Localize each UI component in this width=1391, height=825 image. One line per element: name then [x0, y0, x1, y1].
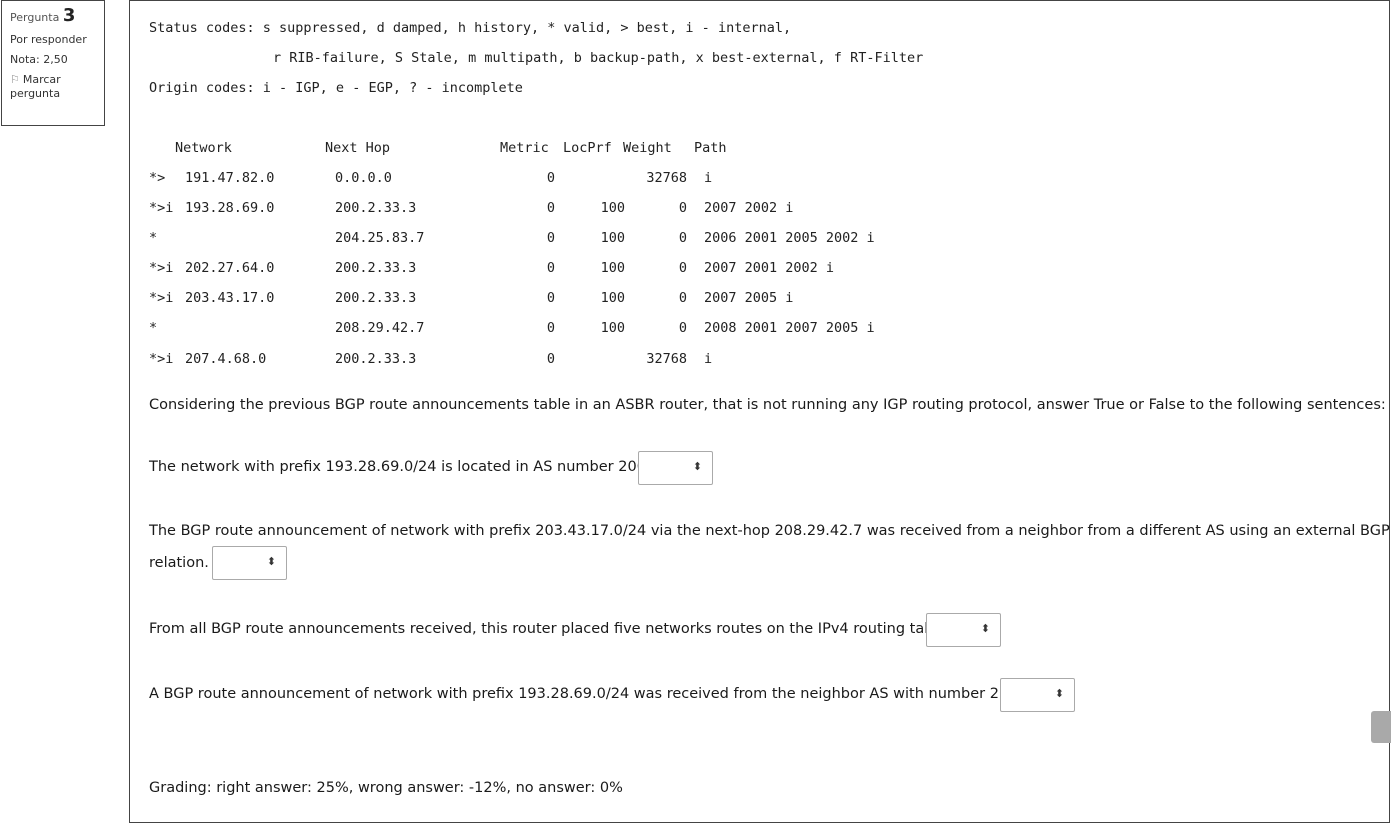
- cell-weight: 32768: [646, 170, 687, 186]
- sentence-2-line2: relation.: [149, 555, 209, 571]
- cell-status: *>i: [149, 351, 174, 367]
- cell-status: *>i: [149, 200, 174, 216]
- cell-path: i: [704, 170, 713, 186]
- select-arrow-icon: ⬍: [266, 555, 276, 568]
- cell-next-hop: 200.2.33.3: [335, 351, 417, 367]
- cell-weight: 0: [678, 200, 687, 216]
- question-intro: Considering the previous BGP route annou…: [149, 397, 1386, 413]
- select-arrow-icon: ⬍: [1054, 687, 1064, 700]
- header-next-hop: Next Hop: [325, 140, 391, 156]
- cell-next-hop: 200.2.33.3: [335, 260, 417, 276]
- cell-next-hop: 208.29.42.7: [335, 320, 425, 336]
- cell-next-hop: 0.0.0.0: [335, 170, 392, 186]
- cell-path: i: [704, 351, 713, 367]
- cell-weight: 0: [678, 260, 687, 276]
- question-status: Por responder: [10, 33, 87, 46]
- cell-status: *: [149, 320, 158, 336]
- cell-metric: 0: [546, 320, 555, 336]
- question-number: 3: [62, 5, 76, 26]
- sentence-4: A BGP route announcement of network with…: [149, 686, 1032, 702]
- cell-status: *>i: [149, 290, 174, 306]
- answer-select-2[interactable]: ⬍: [212, 546, 287, 580]
- flag-label-line2: pergunta: [10, 86, 61, 100]
- cell-weight: 32768: [646, 351, 687, 367]
- cell-network: 193.28.69.0: [185, 200, 275, 216]
- answer-select-1[interactable]: ⬍: [638, 451, 713, 485]
- header-path: Path: [694, 140, 727, 156]
- select-arrow-icon: ⬍: [692, 460, 702, 473]
- cell-metric: 0: [546, 351, 555, 367]
- select-arrow-icon: ⬍: [980, 622, 990, 635]
- question-grade: Nota: 2,50: [10, 53, 68, 66]
- cell-metric: 0: [546, 200, 555, 216]
- cell-locprf: 100: [600, 200, 625, 216]
- cell-status: *>i: [149, 260, 174, 276]
- origin-codes-line: Origin codes: i - IGP, e - EGP, ? - inco…: [149, 80, 523, 96]
- sentence-1: The network with prefix 193.28.69.0/24 i…: [149, 459, 660, 475]
- cell-weight: 0: [678, 230, 687, 246]
- cell-status: *>: [149, 170, 166, 186]
- flag-question-link[interactable]: ⚐ Marcar pergunta: [10, 73, 96, 101]
- status-codes-line2: r RIB-failure, S Stale, m multipath, b b…: [273, 50, 924, 66]
- cell-locprf: 100: [600, 320, 625, 336]
- question-label: Pergunta: [10, 11, 60, 24]
- header-weight: Weight: [623, 140, 672, 156]
- answer-select-3[interactable]: ⬍: [926, 613, 1001, 647]
- question-info-box: Pergunta 3 Por responder Nota: 2,50 ⚐ Mar…: [1, 0, 105, 126]
- cell-network: 202.27.64.0: [185, 260, 275, 276]
- scroll-handle[interactable]: [1371, 711, 1391, 743]
- cell-locprf: 100: [600, 230, 625, 246]
- cell-metric: 0: [546, 260, 555, 276]
- grading-text: Grading: right answer: 25%, wrong answer…: [149, 780, 623, 796]
- cell-path: 2008 2001 2007 2005 i: [704, 320, 875, 336]
- cell-next-hop: 200.2.33.3: [335, 200, 417, 216]
- header-network: Network: [175, 140, 232, 156]
- header-metric: Metric: [500, 140, 549, 156]
- cell-status: *: [149, 230, 158, 246]
- header-locprf: LocPrf: [563, 140, 612, 156]
- cell-metric: 0: [546, 290, 555, 306]
- cell-path: 2007 2001 2002 i: [704, 260, 835, 276]
- status-codes-line1: Status codes: s suppressed, d damped, h …: [149, 20, 792, 36]
- cell-path: 2006 2001 2005 2002 i: [704, 230, 875, 246]
- answer-select-4[interactable]: ⬍: [1000, 678, 1075, 712]
- cell-weight: 0: [678, 320, 687, 336]
- cell-network: 207.4.68.0: [185, 351, 267, 367]
- cell-weight: 0: [678, 290, 687, 306]
- cell-network: 203.43.17.0: [185, 290, 275, 306]
- cell-locprf: 100: [600, 260, 625, 276]
- flag-icon: ⚐: [10, 73, 20, 86]
- cell-metric: 0: [546, 170, 555, 186]
- cell-path: 2007 2005 i: [704, 290, 794, 306]
- flag-label-line1: Marcar: [22, 73, 61, 86]
- cell-network: 191.47.82.0: [185, 170, 275, 186]
- cell-next-hop: 200.2.33.3: [335, 290, 417, 306]
- cell-locprf: 100: [600, 290, 625, 306]
- sentence-2-line1: The BGP route announcement of network wi…: [149, 523, 1390, 539]
- cell-next-hop: 204.25.83.7: [335, 230, 425, 246]
- sentence-3: From all BGP route announcements receive…: [149, 621, 951, 637]
- cell-metric: 0: [546, 230, 555, 246]
- cell-path: 2007 2002 i: [704, 200, 794, 216]
